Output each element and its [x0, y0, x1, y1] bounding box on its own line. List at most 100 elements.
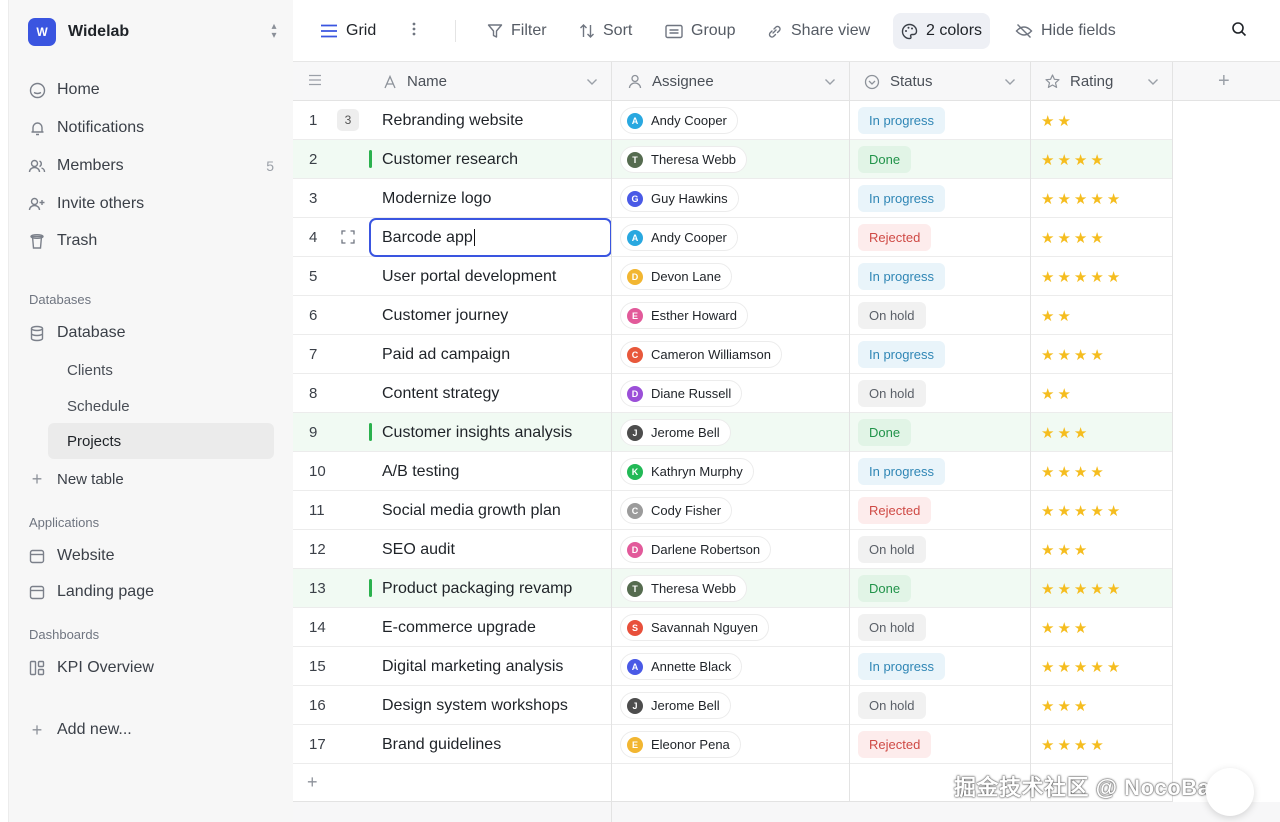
name-cell[interactable]: Rebranding website: [382, 101, 523, 140]
table-row[interactable]: 14 E-commerce upgrade S Savannah Nguyen On h…: [293, 608, 1173, 647]
column-header-assignee[interactable]: Assignee: [628, 62, 850, 101]
search-button[interactable]: [1223, 13, 1255, 49]
assignee-chip[interactable]: G Guy Hawkins: [620, 185, 739, 212]
status-badge[interactable]: In progress: [858, 185, 946, 212]
assignee-chip[interactable]: E Eleonor Pena: [620, 731, 741, 758]
status-badge[interactable]: Done: [858, 419, 912, 446]
star-icon[interactable]: ★: [1057, 658, 1073, 676]
status-badge[interactable]: On hold: [858, 614, 926, 641]
star-icon[interactable]: ★: [1057, 502, 1073, 520]
table-row[interactable]: 17 Brand guidelines E Eleonor Pena Rejected ★…: [293, 725, 1173, 764]
star-icon[interactable]: ★: [1074, 619, 1090, 637]
star-icon[interactable]: ★: [1057, 229, 1073, 247]
rating-stars[interactable]: ★ ★ ★ ★ ★: [1041, 491, 1123, 530]
name-cell[interactable]: Paid ad campaign: [382, 335, 510, 374]
star-icon[interactable]: ★: [1057, 346, 1073, 364]
star-icon[interactable]: ★: [1057, 697, 1073, 715]
name-cell[interactable]: Digital marketing analysis: [382, 647, 563, 686]
star-icon[interactable]: ★: [1057, 190, 1073, 208]
star-icon[interactable]: ★: [1057, 619, 1073, 637]
star-icon[interactable]: ★: [1041, 736, 1057, 754]
star-icon[interactable]: ★: [1107, 268, 1123, 286]
rating-stars[interactable]: ★ ★ ★: [1041, 413, 1090, 452]
status-badge[interactable]: On hold: [858, 380, 926, 407]
star-icon[interactable]: ★: [1057, 307, 1073, 325]
star-icon[interactable]: ★: [1074, 658, 1090, 676]
nav-members[interactable]: Members 5: [28, 149, 284, 183]
name-cell-editor[interactable]: Barcode app: [369, 218, 612, 257]
status-badge[interactable]: On hold: [858, 302, 926, 329]
star-icon[interactable]: ★: [1107, 502, 1123, 520]
add-column-button[interactable]: +: [1218, 62, 1230, 101]
assignee-chip[interactable]: D Darlene Robertson: [620, 536, 772, 563]
star-icon[interactable]: ★: [1041, 619, 1057, 637]
star-icon[interactable]: ★: [1090, 268, 1106, 286]
star-icon[interactable]: ★: [1057, 580, 1073, 598]
column-header-status[interactable]: Status: [864, 62, 1030, 101]
table-row[interactable]: 1 3 Rebranding website A Andy Cooper In progr…: [293, 101, 1173, 140]
select-all-rows[interactable]: [308, 62, 322, 101]
star-icon[interactable]: ★: [1057, 385, 1073, 403]
star-icon[interactable]: ★: [1041, 229, 1057, 247]
star-icon[interactable]: ★: [1057, 736, 1073, 754]
star-icon[interactable]: ★: [1057, 541, 1073, 559]
rating-stars[interactable]: ★ ★ ★: [1041, 608, 1090, 647]
assignee-chip[interactable]: K Kathryn Murphy: [620, 458, 754, 485]
name-cell[interactable]: Customer insights analysis: [382, 413, 572, 452]
sort-button[interactable]: Sort: [571, 13, 640, 49]
name-cell[interactable]: Design system workshops: [382, 686, 568, 725]
name-cell[interactable]: SEO audit: [382, 530, 455, 569]
star-icon[interactable]: ★: [1090, 502, 1106, 520]
status-badge[interactable]: Rejected: [858, 497, 932, 524]
star-icon[interactable]: ★: [1074, 541, 1090, 559]
assignee-chip[interactable]: T Theresa Webb: [620, 146, 748, 173]
table-row[interactable]: 5 User portal development D Devon Lane In pr…: [293, 257, 1173, 296]
star-icon[interactable]: ★: [1074, 580, 1090, 598]
nav-invite-others[interactable]: Invite others: [28, 187, 284, 221]
star-icon[interactable]: ★: [1090, 346, 1106, 364]
star-icon[interactable]: ★: [1074, 463, 1090, 481]
table-row[interactable]: 13 Product packaging revamp T Theresa Webb D…: [293, 569, 1173, 608]
dashboard-kpi-overview[interactable]: KPI Overview: [28, 651, 284, 685]
table-row[interactable]: 12 SEO audit D Darlene Robertson On hold ★ ★ ★: [293, 530, 1173, 569]
assignee-chip[interactable]: A Annette Black: [620, 653, 743, 680]
name-cell[interactable]: E-commerce upgrade: [382, 608, 536, 647]
star-icon[interactable]: ★: [1090, 190, 1106, 208]
share-view-button[interactable]: Share view: [758, 13, 878, 49]
column-header-name[interactable]: Name: [383, 62, 612, 101]
name-cell[interactable]: Brand guidelines: [382, 725, 501, 764]
table-row[interactable]: 11 Social media growth plan C Cody Fisher Re…: [293, 491, 1173, 530]
star-icon[interactable]: ★: [1041, 463, 1057, 481]
assignee-chip[interactable]: D Diane Russell: [620, 380, 743, 407]
nav-notifications[interactable]: Notifications: [28, 111, 284, 145]
rating-stars[interactable]: ★ ★: [1041, 374, 1074, 413]
table-row[interactable]: 3 Modernize logo G Guy Hawkins In progress ★ ★…: [293, 179, 1173, 218]
status-badge[interactable]: On hold: [858, 536, 926, 563]
rating-stars[interactable]: ★ ★ ★ ★: [1041, 452, 1107, 491]
star-icon[interactable]: ★: [1074, 346, 1090, 364]
table-row[interactable]: 8 Content strategy D Diane Russell On hold ★ ★: [293, 374, 1173, 413]
star-icon[interactable]: ★: [1041, 151, 1057, 169]
rating-stars[interactable]: ★ ★ ★: [1041, 686, 1090, 725]
star-icon[interactable]: ★: [1041, 424, 1057, 442]
table-row[interactable]: 7 Paid ad campaign C Cameron Williamson In p…: [293, 335, 1173, 374]
star-icon[interactable]: ★: [1041, 697, 1057, 715]
star-icon[interactable]: ★: [1074, 229, 1090, 247]
status-badge[interactable]: Rejected: [858, 731, 932, 758]
assignee-chip[interactable]: A Andy Cooper: [620, 224, 738, 251]
star-icon[interactable]: ★: [1057, 112, 1073, 130]
star-icon[interactable]: ★: [1041, 502, 1057, 520]
assignee-chip[interactable]: J Jerome Bell: [620, 419, 731, 446]
rating-stars[interactable]: ★ ★ ★ ★: [1041, 140, 1107, 179]
star-icon[interactable]: ★: [1057, 463, 1073, 481]
assignee-chip[interactable]: J Jerome Bell: [620, 692, 731, 719]
status-badge[interactable]: In progress: [858, 263, 946, 290]
rating-stars[interactable]: ★ ★ ★ ★ ★: [1041, 569, 1123, 608]
assignee-chip[interactable]: S Savannah Nguyen: [620, 614, 769, 641]
status-badge[interactable]: In progress: [858, 341, 946, 368]
assignee-chip[interactable]: C Cameron Williamson: [620, 341, 782, 368]
star-icon[interactable]: ★: [1074, 424, 1090, 442]
star-icon[interactable]: ★: [1090, 658, 1106, 676]
status-badge[interactable]: In progress: [858, 458, 946, 485]
rating-stars[interactable]: ★ ★ ★ ★: [1041, 335, 1107, 374]
